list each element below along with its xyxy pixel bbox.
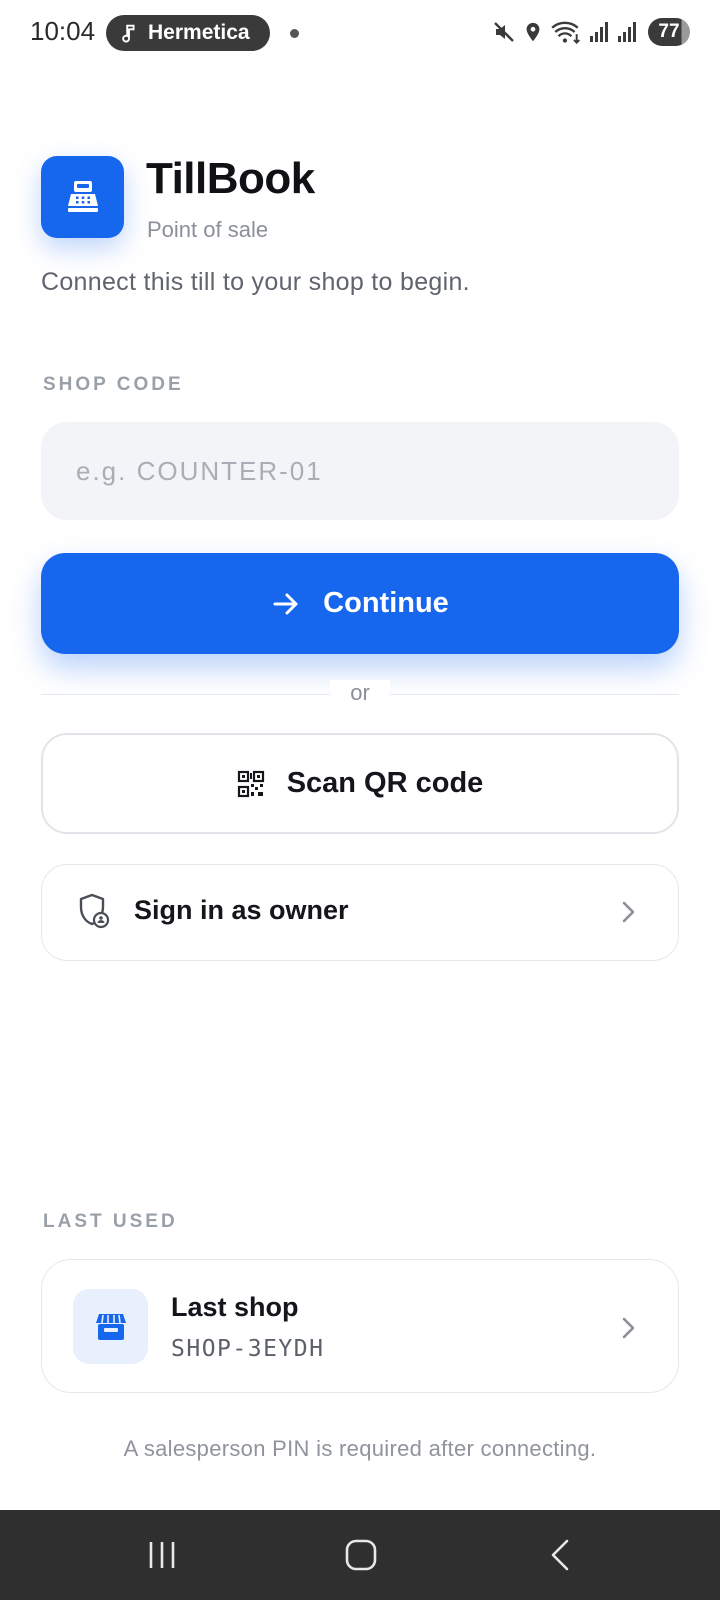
last-shop-code: SHOP-3EYDH xyxy=(171,1336,325,1362)
scan-qr-button[interactable]: Scan QR code xyxy=(41,733,679,834)
arrow-right-icon xyxy=(273,593,298,614)
last-shop-name: Last shop xyxy=(171,1292,299,1322)
app-logo xyxy=(41,156,124,238)
continue-button[interactable]: Continue xyxy=(41,553,679,654)
music-note-icon xyxy=(122,24,135,43)
media-pill[interactable]: Hermetica xyxy=(106,15,270,51)
app-subtitle: Point of sale xyxy=(147,217,269,242)
chevron-right-icon xyxy=(622,901,635,923)
shield-user-icon xyxy=(79,893,110,929)
battery-icon: 77 xyxy=(648,18,690,46)
wifi-icon xyxy=(551,21,581,45)
mute-icon xyxy=(494,22,514,42)
qr-code-icon xyxy=(237,770,264,797)
cash-register-icon xyxy=(67,181,98,212)
pin-required-note: A salesperson PIN is required after conn… xyxy=(123,1436,597,1461)
scan-qr-label: Scan QR code xyxy=(286,767,484,799)
home-icon[interactable] xyxy=(344,1538,378,1572)
shop-code-input[interactable] xyxy=(41,422,679,520)
system-nav-bar xyxy=(0,1510,720,1600)
store-icon xyxy=(95,1313,126,1340)
status-time: 10:04 xyxy=(30,16,96,46)
intro-text: Connect this till to your shop to begin. xyxy=(41,268,470,296)
notification-dot xyxy=(290,29,299,38)
recents-icon[interactable] xyxy=(146,1538,178,1572)
back-icon[interactable] xyxy=(548,1538,572,1572)
divider-text: or xyxy=(330,680,390,706)
media-title: Hermetica xyxy=(148,21,250,44)
store-tile xyxy=(73,1289,148,1364)
location-icon xyxy=(526,22,540,42)
status-bar: 10:04 Hermetica 77 xyxy=(0,0,720,66)
continue-label: Continue xyxy=(323,587,449,619)
signal-icon-2 xyxy=(618,22,636,42)
sign-in-owner-label: Sign in as owner xyxy=(134,895,349,925)
shop-code-label: SHOP CODE xyxy=(43,374,184,395)
signal-icon xyxy=(590,22,608,42)
app-title: TillBook xyxy=(146,154,315,203)
chevron-right-icon xyxy=(622,1317,635,1339)
sign-in-owner-button[interactable]: Sign in as owner xyxy=(41,864,679,961)
last-used-label: LAST USED xyxy=(43,1211,178,1232)
status-icons: 77 xyxy=(492,18,690,46)
last-shop-card[interactable]: Last shop SHOP-3EYDH xyxy=(41,1259,679,1393)
